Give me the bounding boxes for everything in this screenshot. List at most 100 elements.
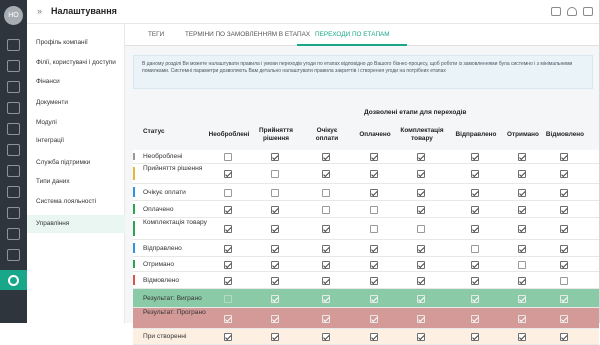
menu-item[interactable]: Документи	[27, 94, 125, 112]
checkbox-unchecked[interactable]	[271, 188, 279, 197]
checkbox-checked[interactable]	[370, 276, 378, 285]
checkbox-checked[interactable]	[417, 314, 425, 323]
checkbox-checked[interactable]	[560, 294, 568, 303]
monitor-icon[interactable]	[7, 39, 20, 51]
box-icon[interactable]	[7, 186, 20, 198]
list-icon[interactable]	[7, 81, 20, 93]
checkbox-checked[interactable]	[370, 244, 378, 253]
checkbox-unchecked[interactable]	[224, 188, 232, 197]
menu-item[interactable]: Типи даних	[27, 173, 125, 191]
cart-icon[interactable]	[7, 123, 20, 135]
checkbox-checked[interactable]	[560, 244, 568, 253]
checkbox-checked[interactable]	[322, 333, 330, 341]
checkbox-checked[interactable]	[471, 294, 479, 303]
checkbox-checked[interactable]	[471, 153, 479, 161]
checkbox-checked[interactable]	[370, 260, 378, 269]
checkbox-unchecked[interactable]	[224, 153, 232, 161]
checkbox-checked[interactable]	[322, 260, 330, 269]
checkbox-checked[interactable]	[271, 276, 279, 285]
checkbox-checked[interactable]	[518, 333, 526, 341]
checkbox-unchecked[interactable]	[560, 276, 568, 285]
clock-icon[interactable]	[7, 144, 20, 156]
checkbox-checked[interactable]	[417, 188, 425, 197]
tab-tags[interactable]: ТЕГИ	[148, 31, 164, 38]
tab-stage-transitions[interactable]: ПЕРЕХОДИ ПО ЕТАПАМ	[315, 31, 390, 38]
checkbox-checked[interactable]	[560, 205, 568, 214]
checkbox-checked[interactable]	[370, 314, 378, 323]
chat-icon[interactable]	[551, 7, 561, 16]
checkbox-checked[interactable]	[271, 205, 279, 214]
checkbox-checked[interactable]	[370, 294, 378, 303]
checkbox-checked[interactable]	[417, 333, 425, 341]
checkbox-checked[interactable]	[471, 260, 479, 269]
checkbox-checked[interactable]	[560, 188, 568, 197]
checkbox-checked[interactable]	[322, 153, 330, 161]
checkbox-checked[interactable]	[271, 333, 279, 341]
checkbox-checked[interactable]	[417, 205, 425, 214]
checkbox-checked[interactable]	[417, 170, 425, 178]
checkbox-unchecked[interactable]	[322, 188, 330, 197]
checkbox-checked[interactable]	[224, 260, 232, 269]
checkbox-checked[interactable]	[471, 225, 479, 233]
checkbox-checked[interactable]	[417, 260, 425, 269]
checkbox-checked[interactable]	[518, 170, 526, 178]
checkbox-unchecked[interactable]	[271, 170, 279, 178]
menu-item[interactable]: Служба підтримки	[27, 154, 125, 172]
checkbox-checked[interactable]	[271, 244, 279, 253]
checkbox-checked[interactable]	[271, 314, 279, 323]
tab-order-terms[interactable]: ТЕРМІНИ ПО ЗАМОВЛЕННЯМ В ЕТАПАХ	[185, 31, 310, 38]
checkbox-checked[interactable]	[370, 188, 378, 197]
checkbox-checked[interactable]	[271, 153, 279, 161]
checkbox-unchecked[interactable]	[370, 205, 378, 214]
checkbox-checked[interactable]	[560, 260, 568, 269]
checkbox-checked[interactable]	[322, 225, 330, 233]
checkbox-unchecked[interactable]	[471, 244, 479, 253]
checkbox-checked[interactable]	[271, 294, 279, 303]
checkbox-checked[interactable]	[224, 244, 232, 253]
checkbox-checked[interactable]	[518, 225, 526, 233]
menu-item[interactable]: Інтеграції	[27, 132, 125, 150]
checkbox-checked[interactable]	[518, 294, 526, 303]
checkbox-checked[interactable]	[417, 153, 425, 161]
checkbox-checked[interactable]	[224, 276, 232, 285]
checkbox-checked[interactable]	[560, 314, 568, 323]
chart-icon[interactable]	[7, 249, 20, 261]
menu-item[interactable]: Модулі	[27, 114, 125, 132]
checkbox-checked[interactable]	[322, 314, 330, 323]
checkbox-checked[interactable]	[370, 153, 378, 161]
checkbox-checked[interactable]	[224, 225, 232, 233]
checkbox-checked[interactable]	[518, 276, 526, 285]
checkbox-checked[interactable]	[370, 333, 378, 341]
checkbox-unchecked[interactable]	[417, 225, 425, 233]
checkbox-unchecked[interactable]	[322, 205, 330, 214]
checkbox-checked[interactable]	[471, 333, 479, 341]
checkbox-checked[interactable]	[560, 170, 568, 178]
checkbox-checked[interactable]	[560, 225, 568, 233]
checkbox-checked[interactable]	[560, 153, 568, 161]
menu-item[interactable]: Фінанси	[27, 73, 125, 91]
settings-nav-item[interactable]	[0, 270, 27, 290]
checkbox-checked[interactable]	[224, 333, 232, 341]
bell-icon[interactable]	[567, 7, 577, 16]
menu-item[interactable]: Система лояльності	[27, 193, 125, 211]
checkbox-checked[interactable]	[471, 276, 479, 285]
checkbox-checked[interactable]	[518, 188, 526, 197]
checkbox-checked[interactable]	[322, 170, 330, 178]
checkbox-checked[interactable]	[224, 205, 232, 214]
checkbox-checked[interactable]	[471, 188, 479, 197]
avatar[interactable]: НО	[4, 6, 23, 25]
checkbox-checked[interactable]	[370, 170, 378, 178]
users-icon[interactable]	[7, 60, 20, 72]
calendar-icon[interactable]	[7, 207, 20, 219]
menu-item[interactable]: Філії, користувачі і доступи	[27, 54, 125, 72]
checkbox-checked[interactable]	[518, 244, 526, 253]
checkbox-checked[interactable]	[417, 276, 425, 285]
menu-item[interactable]: Профіль компанії	[27, 34, 125, 52]
checkbox-checked[interactable]	[518, 153, 526, 161]
checkbox-checked[interactable]	[471, 170, 479, 178]
checkbox-checked[interactable]	[224, 314, 232, 323]
checkbox-checked[interactable]	[417, 244, 425, 253]
collapse-chevron-icon[interactable]: »	[37, 6, 42, 16]
checkbox-checked[interactable]	[271, 260, 279, 269]
checkbox-checked[interactable]	[322, 276, 330, 285]
